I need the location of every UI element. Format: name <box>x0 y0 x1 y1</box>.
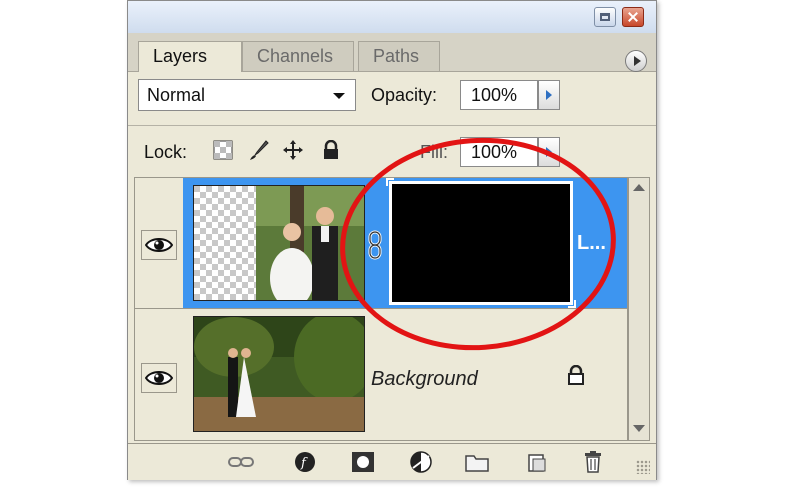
layers-scrollbar[interactable] <box>628 177 650 441</box>
new-group-icon[interactable] <box>464 450 490 474</box>
opacity-field[interactable]: 100% <box>460 80 538 110</box>
lock-transparent-pixels-icon[interactable] <box>212 139 234 161</box>
layer-row[interactable]: L... <box>135 178 627 308</box>
mask-link-icon[interactable] <box>367 230 383 260</box>
lock-image-pixels-icon[interactable] <box>248 139 270 161</box>
lock-label: Lock: <box>144 142 188 162</box>
panel-menu-icon[interactable] <box>625 50 647 72</box>
resize-grip[interactable] <box>636 460 650 474</box>
delete-layer-icon[interactable] <box>580 450 606 474</box>
title-bar <box>128 1 656 34</box>
fill-label: Fill: <box>420 142 448 162</box>
tab-layers[interactable]: Layers <box>138 41 242 72</box>
scroll-down-icon[interactable] <box>633 425 645 432</box>
tab-bar: Layers Channels Paths <box>128 33 656 72</box>
layers-list: L... Background <box>134 177 628 441</box>
layers-panel: Layers Channels Paths Normal Opacity: 10… <box>127 0 657 480</box>
layer-mask-thumbnail[interactable] <box>386 178 576 308</box>
minimize-button[interactable] <box>594 7 616 27</box>
new-layer-icon[interactable] <box>524 450 550 474</box>
layer-name[interactable]: Background <box>371 368 478 391</box>
visibility-eye-icon[interactable] <box>141 363 177 393</box>
layer-name[interactable]: L... <box>577 232 606 255</box>
blend-mode-value: Normal <box>147 85 206 105</box>
tab-paths[interactable]: Paths <box>358 41 440 71</box>
layer-lock-icon <box>567 364 589 387</box>
opacity-label: Opacity: <box>371 85 438 105</box>
layer-style-icon[interactable]: f <box>292 450 318 474</box>
opacity-slider-button[interactable] <box>538 80 560 110</box>
blend-opacity-row: Normal Opacity: 100% <box>128 73 656 123</box>
lock-position-icon[interactable] <box>282 139 304 161</box>
add-mask-icon[interactable] <box>350 450 376 474</box>
adjustment-layer-icon[interactable] <box>408 450 434 474</box>
fill-field[interactable]: 100% <box>460 137 538 167</box>
close-button[interactable] <box>622 7 644 27</box>
layer-thumbnail[interactable] <box>193 185 365 301</box>
fill-slider-button[interactable] <box>538 137 560 167</box>
link-layers-icon[interactable] <box>228 450 254 474</box>
blend-mode-dropdown[interactable]: Normal <box>138 79 356 111</box>
chevron-down-icon <box>333 93 345 99</box>
lock-all-icon[interactable] <box>320 139 342 161</box>
layer-row-background[interactable]: Background <box>135 309 627 440</box>
visibility-eye-icon[interactable] <box>141 230 177 260</box>
tab-channels[interactable]: Channels <box>242 41 354 71</box>
background-thumbnail[interactable] <box>193 316 365 432</box>
divider <box>128 125 656 126</box>
layers-bottom-toolbar: f <box>128 443 656 480</box>
scroll-up-icon[interactable] <box>633 184 645 191</box>
